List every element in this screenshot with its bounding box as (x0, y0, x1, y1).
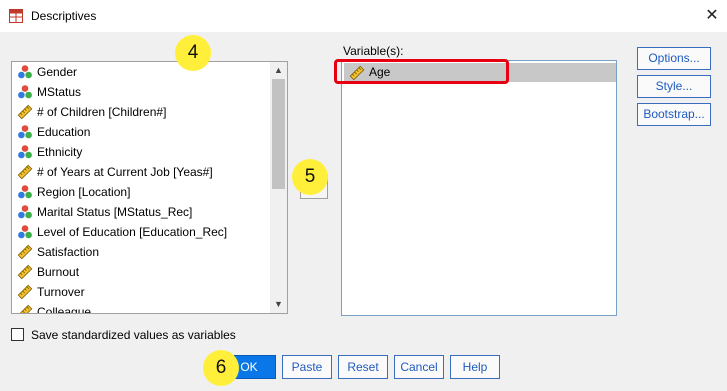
list-item-label: Region [Location] (37, 185, 131, 199)
list-item-label: Marital Status [MStatus_Rec] (37, 205, 193, 219)
save-standardized-label: Save standardized values as variables (31, 328, 236, 342)
window-title: Descriptives (31, 9, 97, 23)
list-item[interactable]: # of Years at Current Job [Yeas#] (12, 162, 270, 182)
list-item[interactable]: # of Children [Children#] (12, 102, 270, 122)
list-item-label: Turnover (37, 285, 85, 299)
list-item[interactable]: MStatus (12, 82, 270, 102)
source-variable-list[interactable]: Gender MStatus # of Children [Children#] Ed… (11, 61, 288, 314)
list-item[interactable]: Education (12, 122, 270, 142)
bootstrap-label: Bootstrap... (643, 107, 705, 121)
scroll-up-icon[interactable]: ▲ (270, 62, 287, 79)
reset-label: Reset (347, 360, 379, 374)
source-list-scrollbar[interactable]: ▲ ▼ (270, 62, 287, 313)
paste-label: Paste (291, 360, 323, 374)
style-label: Style... (655, 79, 693, 93)
list-item-label: Education (37, 125, 91, 139)
app-icon (9, 9, 23, 23)
scale-icon (17, 264, 33, 280)
list-item[interactable]: Level of Education [Education_Rec] (12, 222, 270, 242)
nominal-icon (18, 125, 32, 139)
style-button[interactable]: Style... (637, 75, 711, 98)
close-icon[interactable]: ✕ (701, 5, 723, 27)
help-label: Help (462, 360, 488, 374)
list-item[interactable]: Colleague (12, 302, 270, 313)
list-item-label: # of Children [Children#] (37, 105, 167, 119)
nominal-icon (18, 225, 32, 239)
list-item-label: Level of Education [Education_Rec] (37, 225, 228, 239)
scale-icon (17, 244, 33, 260)
scale-icon (17, 304, 33, 313)
list-item[interactable]: Satisfaction (12, 242, 270, 262)
nominal-icon (18, 65, 32, 79)
scale-icon (17, 164, 33, 180)
nominal-icon (18, 185, 32, 199)
paste-button[interactable]: Paste (282, 355, 332, 379)
list-item-label: MStatus (37, 85, 82, 99)
step-6-badge: 6 (203, 350, 239, 386)
options-label: Options... (648, 51, 700, 65)
save-standardized-checkbox[interactable] (11, 328, 24, 341)
cancel-button[interactable]: Cancel (394, 355, 444, 379)
list-item[interactable]: Burnout (12, 262, 270, 282)
title-bar: Descriptives ✕ (0, 0, 727, 32)
scroll-thumb[interactable] (272, 79, 285, 189)
scroll-down-icon[interactable]: ▼ (270, 296, 287, 313)
list-item-label: Satisfaction (37, 245, 100, 259)
scale-icon (17, 284, 33, 300)
highlight-box (334, 59, 509, 84)
list-item[interactable]: Turnover (12, 282, 270, 302)
step-5-badge: 5 (292, 159, 328, 195)
list-item-label: Ethnicity (37, 145, 83, 159)
list-item-label: Gender (37, 65, 78, 79)
reset-button[interactable]: Reset (338, 355, 388, 379)
source-list-items: Gender MStatus # of Children [Children#] Ed… (12, 62, 270, 313)
list-item[interactable]: Ethnicity (12, 142, 270, 162)
nominal-icon (18, 205, 32, 219)
variables-label: Variable(s): (343, 44, 404, 58)
options-button[interactable]: Options... (637, 47, 711, 70)
scale-icon (17, 104, 33, 120)
list-item-label: Colleague (37, 305, 92, 313)
nominal-icon (18, 85, 32, 99)
list-item[interactable]: Marital Status [MStatus_Rec] (12, 202, 270, 222)
list-item-label: Burnout (37, 265, 80, 279)
list-item[interactable]: Region [Location] (12, 182, 270, 202)
list-item[interactable]: Gender (12, 62, 270, 82)
help-button[interactable]: Help (450, 355, 500, 379)
ok-label: OK (240, 360, 258, 374)
nominal-icon (18, 145, 32, 159)
variables-list[interactable]: Age (341, 60, 617, 316)
step-4-badge: 4 (175, 35, 211, 71)
list-item-label: # of Years at Current Job [Yeas#] (37, 165, 213, 179)
cancel-label: Cancel (400, 360, 438, 374)
bootstrap-button[interactable]: Bootstrap... (637, 103, 711, 126)
